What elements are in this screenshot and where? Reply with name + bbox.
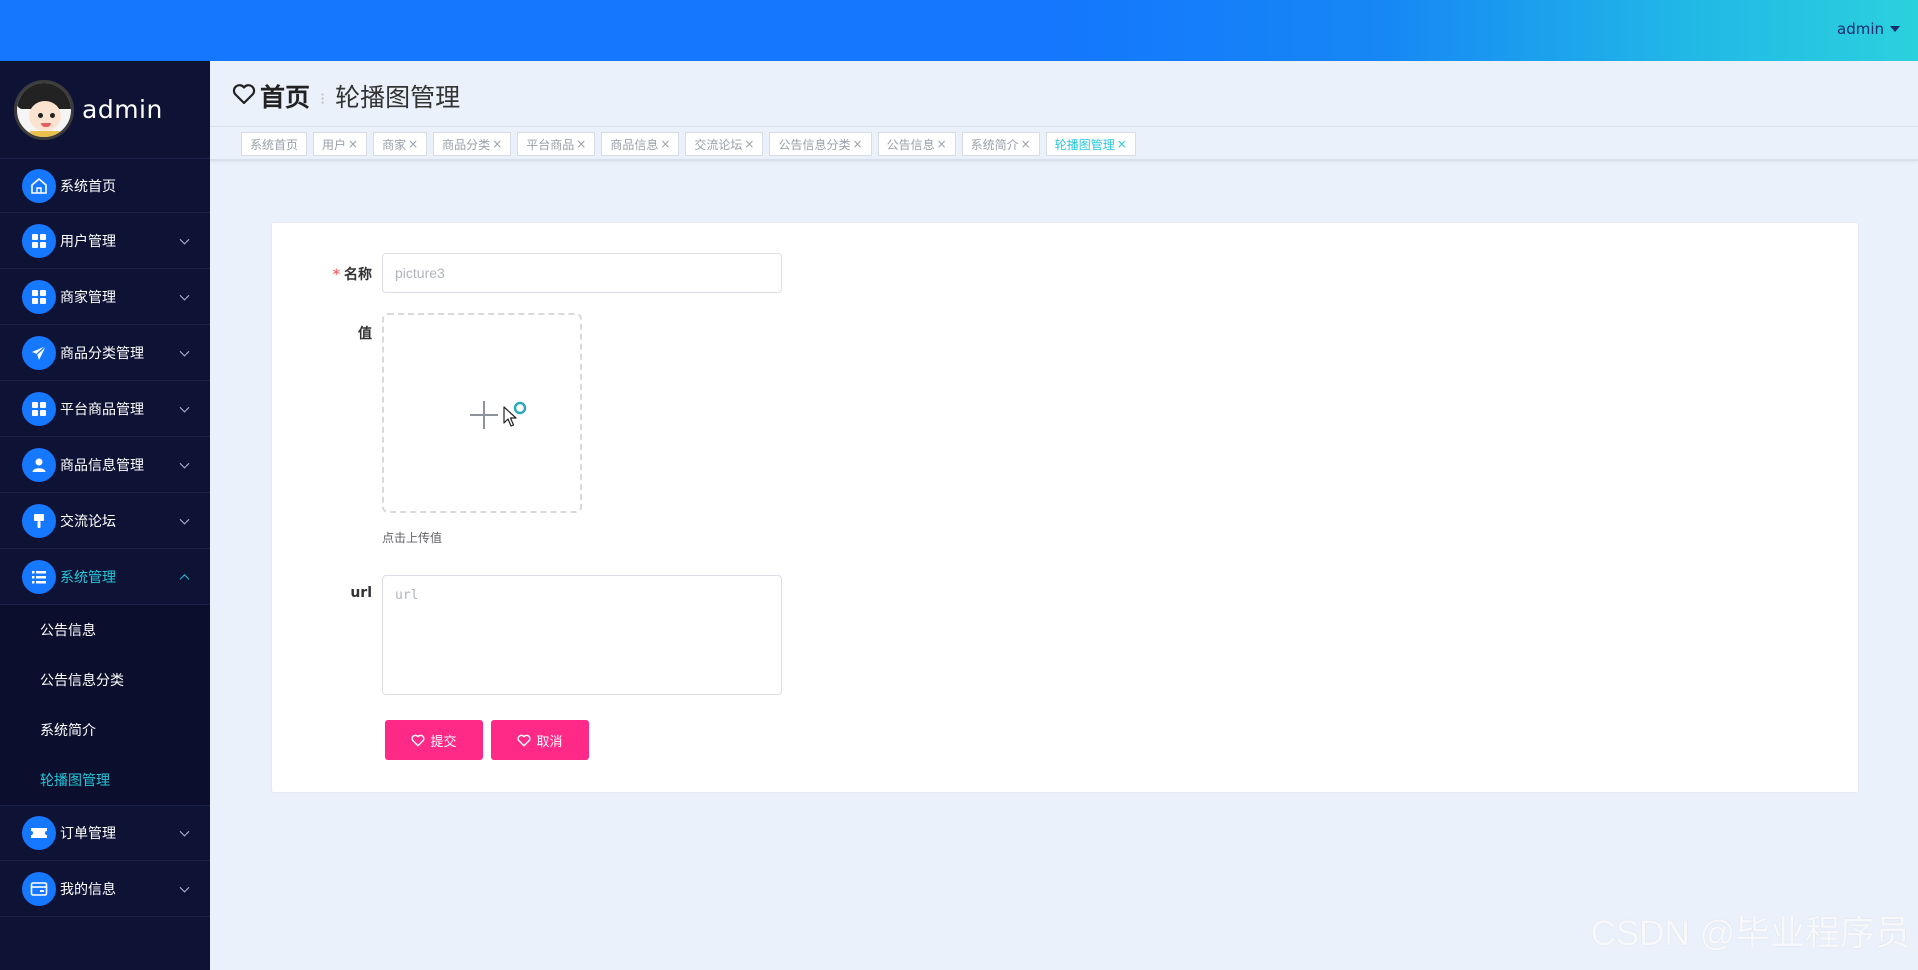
chevron-down-icon	[179, 458, 190, 469]
tab-forum[interactable]: 交流论坛 ×	[685, 132, 764, 156]
tab-merchants[interactable]: 商家 ×	[373, 132, 428, 156]
close-icon[interactable]: ×	[492, 137, 502, 151]
form-card: * 名称 picture3 值 点击上传值 url url 提交 取消	[271, 222, 1859, 793]
value-label: 值	[358, 326, 372, 342]
sidebar-item-label: 商品信息管理	[60, 457, 144, 474]
chevron-down-icon	[179, 514, 190, 525]
name-label: * 名称	[332, 267, 372, 283]
name-field[interactable]: picture3	[382, 253, 782, 293]
sidebar-item-label: 系统首页	[60, 178, 116, 195]
sidebar-item-product-info[interactable]: 商品信息管理	[0, 437, 210, 493]
avatar	[14, 79, 74, 140]
tab-product-categories[interactable]: 商品分类 ×	[433, 132, 512, 156]
sidebar-item-label: 订单管理	[60, 826, 116, 842]
user-menu-label: admin	[1837, 20, 1884, 38]
card-icon	[22, 871, 56, 906]
chevron-down-icon	[179, 234, 190, 245]
close-icon[interactable]: ×	[853, 137, 863, 151]
chevron-down-icon	[179, 346, 190, 357]
sidebar-item-label: 系统管理	[60, 569, 116, 586]
brush-icon	[22, 503, 56, 538]
breadcrumb-home[interactable]: 首页	[260, 78, 310, 114]
user-menu[interactable]: admin	[1837, 20, 1900, 38]
cursor-icon	[503, 401, 527, 427]
sidebar-item-label: 平台商品管理	[60, 401, 144, 418]
profile-name: admin	[82, 95, 163, 124]
tab-platform-products[interactable]: 平台商品 ×	[517, 132, 596, 156]
sidebar-item-label: 商家管理	[60, 289, 116, 306]
grid-icon	[22, 391, 56, 426]
sidebar-subitem-announcement-categories[interactable]: 公告信息分类	[0, 655, 210, 705]
sidebar-item-label: 我的信息	[60, 881, 116, 898]
tab-announcements[interactable]: 公告信息 ×	[877, 132, 956, 156]
submit-button[interactable]: 提交	[385, 720, 483, 760]
sidebar-item-orders[interactable]: 订单管理	[0, 805, 210, 861]
sidebar-item-users[interactable]: 用户管理	[0, 213, 210, 269]
sidebar-item-forum[interactable]: 交流论坛	[0, 493, 210, 549]
close-icon[interactable]: ×	[660, 137, 670, 151]
list-icon	[22, 559, 56, 594]
ticket-icon	[22, 816, 56, 850]
sidebar-item-label: 商品分类管理	[60, 345, 144, 362]
tab-system-intro[interactable]: 系统简介 ×	[961, 132, 1040, 156]
watermark: CSDN @毕业程序员	[1590, 914, 1910, 953]
url-label: url	[350, 585, 372, 601]
tabs-bar: 系统首页 用户 × 商家 × 商品分类 × 平台商品 × 商品信息 × 交流论坛 × 公告信…	[241, 132, 1136, 156]
tab-product-info[interactable]: 商品信息 ×	[601, 132, 680, 156]
tab-users[interactable]: 用户 ×	[313, 132, 368, 156]
sidebar-item-label: 交流论坛	[60, 513, 116, 530]
close-icon[interactable]: ×	[1021, 137, 1031, 151]
heart-icon	[232, 83, 256, 109]
header-divider	[210, 126, 1918, 127]
url-textarea[interactable]: url	[382, 575, 782, 695]
home-icon	[22, 168, 56, 203]
heart-icon	[517, 734, 531, 746]
sidebar-subitem-announcements[interactable]: 公告信息	[0, 605, 210, 655]
sidebar-item-merchants[interactable]: 商家管理	[0, 269, 210, 325]
close-icon[interactable]: ×	[937, 137, 947, 151]
chevron-down-icon	[179, 402, 190, 413]
tab-announcement-categories[interactable]: 公告信息分类 ×	[769, 132, 872, 156]
cancel-label: 取消	[536, 734, 563, 750]
upload-tip: 点击上传值	[382, 531, 443, 545]
user-icon	[22, 447, 56, 482]
tab-home[interactable]: 系统首页	[241, 132, 308, 156]
chevron-down-icon	[179, 882, 190, 893]
profile: admin	[0, 61, 210, 159]
required-mark: *	[332, 267, 340, 283]
sidebar-subitem-carousel[interactable]: 轮播图管理	[0, 755, 210, 805]
close-icon[interactable]: ×	[408, 137, 418, 151]
sidebar-item-product-categories[interactable]: 商品分类管理	[0, 325, 210, 381]
cancel-button[interactable]: 取消	[491, 720, 589, 760]
caret-down-icon	[1890, 26, 1900, 32]
sidebar-item-home[interactable]: 系统首页	[0, 159, 210, 213]
tabs-divider	[210, 159, 1918, 161]
image-uploader[interactable]	[382, 313, 582, 513]
top-bar: admin	[0, 0, 1918, 61]
sidebar-subitem-system-intro[interactable]: 系统简介	[0, 705, 210, 755]
paper-plane-icon	[22, 335, 56, 370]
sidebar-item-platform-products[interactable]: 平台商品管理	[0, 381, 210, 437]
tab-carousel[interactable]: 轮播图管理 ×	[1045, 132, 1136, 156]
chevron-down-icon	[179, 826, 190, 837]
close-icon[interactable]: ×	[744, 137, 754, 151]
submit-label: 提交	[430, 734, 457, 750]
close-icon[interactable]: ×	[348, 137, 358, 151]
sidebar-item-system[interactable]: 系统管理	[0, 549, 210, 605]
grid-icon	[22, 223, 56, 258]
heart-icon	[411, 734, 425, 746]
close-icon[interactable]: ×	[576, 137, 586, 151]
sidebar-item-label: 用户管理	[60, 233, 116, 250]
breadcrumb-current: 轮播图管理	[335, 83, 461, 112]
close-icon[interactable]: ×	[1117, 137, 1127, 151]
breadcrumb: 首页 ⁝ 轮播图管理	[232, 78, 460, 114]
sidebar-item-my-info[interactable]: 我的信息	[0, 861, 210, 917]
chevron-down-icon	[179, 290, 190, 301]
chevron-up-icon	[179, 573, 190, 584]
sidebar: admin 系统首页 用户管理 商家管理 商品分类管理 平台商品管理 商品信息管…	[0, 61, 210, 970]
grid-icon	[22, 279, 56, 314]
breadcrumb-separator: ⁝	[320, 88, 326, 108]
